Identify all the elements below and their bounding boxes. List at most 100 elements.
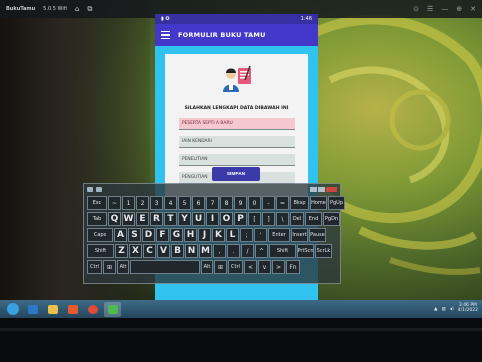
- key-h[interactable]: H: [184, 228, 197, 242]
- save-button[interactable]: SIMPAN: [212, 167, 260, 181]
- key-sym12[interactable]: ]: [262, 212, 275, 226]
- key-pause[interactable]: Pause: [309, 228, 326, 242]
- key-b[interactable]: B: [171, 244, 184, 258]
- key-ctrl[interactable]: Ctrl: [87, 260, 102, 274]
- purpose-field[interactable]: PENELITIAN: [179, 154, 295, 166]
- key-x[interactable]: X: [129, 244, 142, 258]
- key-p[interactable]: P: [234, 212, 247, 226]
- key-d[interactable]: D: [142, 228, 155, 242]
- taskbar-clock[interactable]: 3:46 PM 4/1/2022: [458, 303, 478, 314]
- key-sym12[interactable]: -: [262, 196, 275, 210]
- key-alt[interactable]: Alt: [117, 260, 129, 274]
- key-k[interactable]: K: [212, 228, 225, 242]
- key-tab[interactable]: Tab: [87, 212, 107, 226]
- key-space[interactable]: [130, 260, 200, 274]
- key-0[interactable]: 0: [248, 196, 261, 210]
- key-1[interactable]: 1: [122, 196, 135, 210]
- key-pgup[interactable]: PgUp: [328, 196, 345, 210]
- key-6[interactable]: 6: [192, 196, 205, 210]
- key-2[interactable]: 2: [136, 196, 149, 210]
- key-l[interactable]: L: [226, 228, 239, 242]
- volume-icon[interactable]: ◂): [450, 307, 454, 312]
- key-enter[interactable]: Enter: [268, 228, 290, 242]
- key-c[interactable]: C: [143, 244, 156, 258]
- key-alt[interactable]: Alt: [201, 260, 213, 274]
- key-del[interactable]: Del: [290, 212, 304, 226]
- key-q[interactable]: Q: [108, 212, 121, 226]
- key-caps[interactable]: Caps: [87, 228, 113, 242]
- start-orb-icon[interactable]: [4, 302, 21, 317]
- file-explorer-icon[interactable]: [44, 302, 61, 317]
- key-e[interactable]: E: [136, 212, 149, 226]
- window-control-4[interactable]: ✕: [470, 5, 476, 13]
- key-shift[interactable]: Shift: [269, 244, 296, 258]
- key-sym9[interactable]: .: [227, 244, 240, 258]
- institution-field[interactable]: IAIN KENDARI: [179, 136, 295, 148]
- key-esc[interactable]: Esc: [87, 196, 107, 210]
- key-z[interactable]: Z: [115, 244, 128, 258]
- key-7[interactable]: 7: [206, 196, 219, 210]
- key-sym11[interactable]: ^: [255, 244, 268, 258]
- tray-up-arrow-icon[interactable]: ▲: [434, 307, 437, 312]
- key-4[interactable]: 4: [164, 196, 177, 210]
- key-f[interactable]: F: [156, 228, 169, 242]
- key-3[interactable]: 3: [150, 196, 163, 210]
- key-t[interactable]: T: [164, 212, 177, 226]
- key-8[interactable]: 8: [220, 196, 233, 210]
- key-g[interactable]: G: [170, 228, 183, 242]
- minimize-icon[interactable]: [310, 186, 317, 192]
- key-end[interactable]: End: [305, 212, 322, 226]
- key-insert[interactable]: Insert: [291, 228, 308, 242]
- key-r[interactable]: R: [150, 212, 163, 226]
- key-y[interactable]: Y: [178, 212, 191, 226]
- hamburger-menu-icon[interactable]: [161, 31, 170, 39]
- key-o[interactable]: O: [220, 212, 233, 226]
- key-prtscn[interactable]: PrtScn: [297, 244, 314, 258]
- home-icon[interactable]: ⌂: [75, 5, 79, 13]
- key-w[interactable]: W: [122, 212, 135, 226]
- key-shift[interactable]: Shift: [87, 244, 114, 258]
- key-9[interactable]: 9: [234, 196, 247, 210]
- window-control-1[interactable]: ☰: [427, 5, 433, 13]
- key-fn[interactable]: Fn: [286, 260, 300, 274]
- key-m[interactable]: M: [199, 244, 212, 258]
- key-v[interactable]: V: [157, 244, 170, 258]
- key-ctrl[interactable]: Ctrl: [228, 260, 243, 274]
- name-field[interactable]: PESERTA SEPTI A BARU: [179, 118, 295, 130]
- key-sym11[interactable]: ': [254, 228, 267, 242]
- media-icon[interactable]: [64, 302, 81, 317]
- key-home[interactable]: Home: [310, 196, 327, 210]
- key-bksp[interactable]: Bksp: [290, 196, 309, 210]
- key-n[interactable]: N: [185, 244, 198, 258]
- copy-icon[interactable]: ⧉: [87, 5, 92, 14]
- key-s[interactable]: S: [128, 228, 141, 242]
- key-sym9[interactable]: >: [272, 260, 285, 274]
- key-sym13[interactable]: \: [276, 212, 289, 226]
- key-scrlk[interactable]: ScrLk: [315, 244, 332, 258]
- app-green-icon[interactable]: [104, 301, 121, 317]
- internet-explorer-icon[interactable]: [24, 302, 41, 317]
- key-sym11[interactable]: [: [248, 212, 261, 226]
- key-sym8[interactable]: ,: [213, 244, 226, 258]
- key-sym13[interactable]: =: [276, 196, 289, 210]
- chrome-icon[interactable]: [84, 302, 101, 317]
- key-j[interactable]: J: [198, 228, 211, 242]
- key-sym10[interactable]: /: [241, 244, 254, 258]
- key-sym10[interactable]: ;: [240, 228, 253, 242]
- key-sym5[interactable]: ⊞: [214, 260, 227, 274]
- window-control-2[interactable]: —: [441, 5, 448, 13]
- key-v[interactable]: v: [258, 260, 271, 274]
- key-i[interactable]: I: [206, 212, 219, 226]
- key-a[interactable]: A: [114, 228, 127, 242]
- network-icon[interactable]: ▥: [442, 307, 446, 312]
- key-pgdn[interactable]: PgDn: [323, 212, 340, 226]
- window-control-0[interactable]: ⊙: [413, 5, 419, 13]
- maximize-icon[interactable]: [318, 186, 325, 192]
- key-sym1[interactable]: ~: [108, 196, 121, 210]
- key-5[interactable]: 5: [178, 196, 191, 210]
- key-sym7[interactable]: <: [244, 260, 257, 274]
- key-sym1[interactable]: ⊞: [103, 260, 116, 274]
- key-u[interactable]: U: [192, 212, 205, 226]
- window-control-3[interactable]: ⊕: [456, 5, 462, 13]
- close-icon[interactable]: [326, 186, 337, 192]
